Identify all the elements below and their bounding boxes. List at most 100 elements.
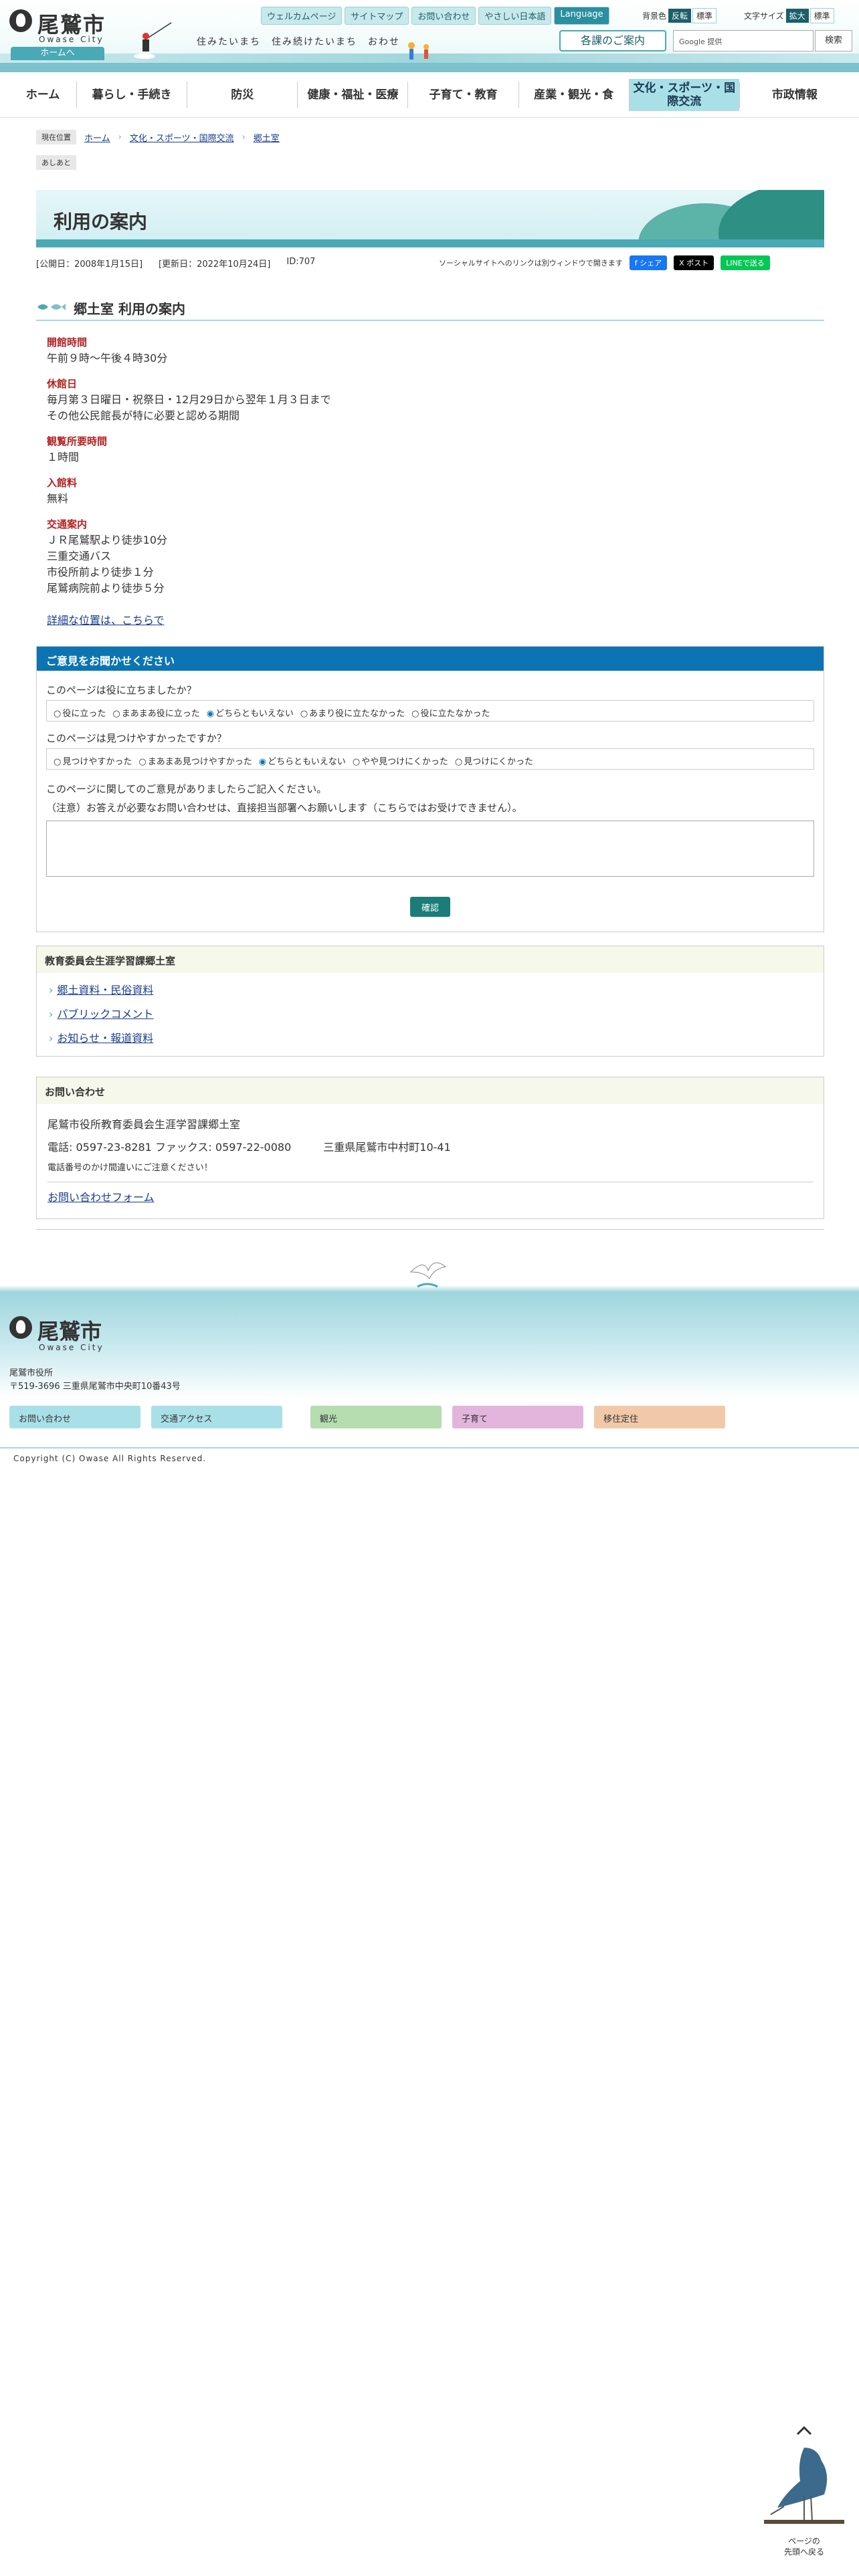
social-note: ソーシャルサイトへのリンクは別ウィンドウで開きます [439, 259, 623, 267]
city-emblem-icon [9, 1316, 32, 1339]
detail-location-link[interactable]: 詳細な位置は、こちらで [47, 611, 165, 627]
gnav-culture[interactable]: 文化・スポーツ・国際交流 [628, 79, 739, 111]
comment-notice: （注意）お答えが必要なお問い合わせは、直接担当部署へお願いします（こちらではお受… [46, 802, 522, 814]
title-underline [36, 239, 824, 247]
home-link[interactable]: ホームへ [11, 47, 104, 60]
breadcrumb-home[interactable]: ホーム [84, 131, 110, 144]
info-term-hours: 開館時間 [47, 336, 88, 348]
footer-tourism-button[interactable]: 観光 [310, 1406, 442, 1428]
city-emblem-icon[interactable] [9, 9, 32, 32]
color-switch: 背景色 反転 標準 [642, 8, 717, 23]
related-link-item: お知らせ・報道資料 [49, 1027, 812, 1051]
info-desc: 尾鷲病院前より徒歩５分 [47, 582, 165, 595]
contact-address: 三重県尾鷲市中村町10-41 [323, 1141, 451, 1154]
gnav-city-info[interactable]: 市政情報 [739, 82, 850, 108]
info-desc: 市役所前より徒歩１分 [47, 566, 154, 578]
search-input[interactable]: Google 提供 [673, 30, 814, 51]
footer-logo: 尾鷲市 [37, 1319, 102, 1344]
welcome-link[interactable]: ウェルカムページ [261, 7, 343, 25]
search-button[interactable]: 検索 [815, 30, 852, 51]
gnav-living[interactable]: 暮らし・手続き [76, 82, 187, 108]
info-desc: １時間 [47, 451, 80, 463]
info-desc: その他公民館長が特に必要と認める期間 [47, 409, 240, 422]
utility-links: ウェルカムページ サイトマップ お問い合わせ やさしい日本語 Language [261, 7, 609, 25]
easy-japanese-link[interactable]: やさしい日本語 [478, 7, 552, 25]
gnav-health[interactable]: 健康・福祉・医療 [297, 82, 407, 108]
q2-radio-selected[interactable]: どちらともいえない [259, 754, 346, 767]
q1-radio-selected[interactable]: どちらともいえない [207, 706, 294, 719]
footer-childcare-button[interactable]: 子育て [452, 1406, 583, 1428]
q2-radio[interactable]: まあまあ見つけやすかった [138, 754, 252, 767]
related-link-item: 郷土資料・民俗資料 [49, 978, 812, 1002]
footer-access-button[interactable]: 交通アクセス [151, 1406, 282, 1428]
info-term-duration: 観覧所要時間 [47, 435, 108, 447]
contact-link[interactable]: お問い合わせ [411, 7, 476, 25]
page-meta: [公開日：2008年1月15日] [更新日：2022年10月24日] ID:70… [36, 257, 315, 270]
published-date: [公開日：2008年1月15日] [36, 259, 143, 270]
footer-relocation-button[interactable]: 移住定住 [594, 1406, 725, 1428]
footprint-button[interactable]: あしあと [36, 155, 76, 170]
heron-icon [764, 2426, 844, 2524]
info-term-fee: 入館料 [47, 477, 78, 489]
font-enlarge-button[interactable]: 拡大 [785, 9, 809, 23]
color-invert-button[interactable]: 反転 [668, 9, 692, 23]
feedback-q1: このページは役に立ちましたか？ [46, 684, 197, 696]
page-top-button[interactable]: ページの 先頭へ戻る [757, 2421, 851, 2568]
breadcrumb-local-room[interactable]: 郷土室 [254, 131, 280, 144]
related-link[interactable]: パブリックコメント [57, 1008, 153, 1021]
contact-form-link[interactable]: お問い合わせフォーム [47, 1191, 155, 1204]
contact-box: お問い合わせ 尾鷲市役所教育委員会生涯学習課郷土室 電話: 0597-23-82… [36, 1077, 824, 1219]
page-title-banner: 利用の案内 [36, 190, 824, 247]
line-send-button[interactable]: LINEで送る [721, 255, 770, 270]
color-standard-button[interactable]: 標準 [692, 8, 717, 23]
q1-radio[interactable]: まあまあ役に立った [112, 706, 200, 719]
global-nav: ホーム 暮らし・手続き 防災 健康・福祉・医療 子育て・教育 産業・観光・食 文… [0, 74, 859, 118]
language-link[interactable]: Language [554, 7, 609, 25]
font-size-label: 文字サイズ [744, 11, 784, 21]
comment-textarea[interactable] [46, 821, 814, 877]
related-links-box: 教育委員会生涯学習課郷土室 郷土資料・民俗資料 パブリックコメント お知らせ・報… [36, 946, 824, 1057]
breadcrumb-culture[interactable]: 文化・スポーツ・国際交流 [130, 131, 234, 144]
footer-contact-button[interactable]: お問い合わせ [9, 1406, 140, 1428]
q1-radio[interactable]: 役に立った [54, 706, 106, 719]
feedback-q2: このページは見つけやすかったですか？ [46, 732, 227, 744]
page-title: 利用の案内 [54, 211, 148, 233]
facebook-share-button[interactable]: f シェア [629, 255, 668, 270]
gnav-disaster[interactable]: 防災 [187, 82, 297, 108]
q2-radio[interactable]: やや見つけにくかった [353, 754, 448, 767]
department-guide-button[interactable]: 各課のご案内 [559, 30, 666, 51]
copyright: Copyright (C) Owase All Rights Reserved. [0, 1447, 859, 1469]
feedback-q1-options: 役に立った まあまあ役に立った どちらともいえない あまり役に立たなかった 役に… [46, 700, 814, 722]
gnav-industry[interactable]: 産業・観光・食 [518, 82, 629, 108]
related-link[interactable]: お知らせ・報道資料 [57, 1032, 153, 1045]
page-top-label: ページの 先頭へ戻る [776, 2533, 832, 2560]
breadcrumb: 現在位置 ホーム › 文化・スポーツ・国際交流 › 郷土室 [36, 130, 280, 144]
q2-radio[interactable]: 見つけやすかった [54, 754, 132, 767]
confirm-button[interactable]: 確認 [410, 897, 450, 917]
chevron-right-icon: › [118, 132, 122, 142]
usage-info-list: 開館時間 午前９時～午後４時30分 休館日 毎月第３日曜日・祝祭日・12月29日… [47, 334, 331, 597]
q2-radio[interactable]: 見つけにくかった [455, 754, 533, 767]
contact-phone: 電話: 0597-23-8281 ファックス: 0597-22-0080 [47, 1141, 292, 1154]
contact-title: お問い合わせ [37, 1077, 824, 1104]
updated-date: [更新日：2022年10月24日] [159, 259, 271, 270]
gnav-childcare[interactable]: 子育て・教育 [407, 82, 518, 108]
feedback-title: ご意見をお聞かせください [37, 647, 824, 671]
x-post-button[interactable]: X ポスト [674, 255, 714, 270]
social-share: ソーシャルサイトへのリンクは別ウィンドウで開きます f シェア X ポスト LI… [439, 255, 770, 270]
fisherman-illustration-icon [134, 22, 172, 59]
related-link-item: パブリックコメント [49, 1002, 812, 1027]
info-desc: 無料 [47, 492, 69, 505]
font-standard-button[interactable]: 標準 [809, 8, 834, 23]
sitemap-link[interactable]: サイトマップ [345, 7, 409, 25]
fish-icon [37, 304, 66, 310]
info-desc: 三重交通バス [47, 550, 112, 562]
related-link[interactable]: 郷土資料・民俗資料 [57, 984, 153, 996]
gnav-home[interactable]: ホーム [9, 82, 76, 108]
q1-radio[interactable]: 役に立たなかった [411, 706, 490, 719]
contact-dept: 尾鷲市役所教育委員会生涯学習課郷土室 [47, 1118, 241, 1131]
info-term-access: 交通案内 [47, 518, 88, 530]
section-title: 郷土室 利用の案内 [74, 301, 185, 317]
q1-radio[interactable]: あまり役に立たなかった [300, 706, 405, 719]
section-heading: 郷土室 利用の案内 [36, 297, 824, 321]
